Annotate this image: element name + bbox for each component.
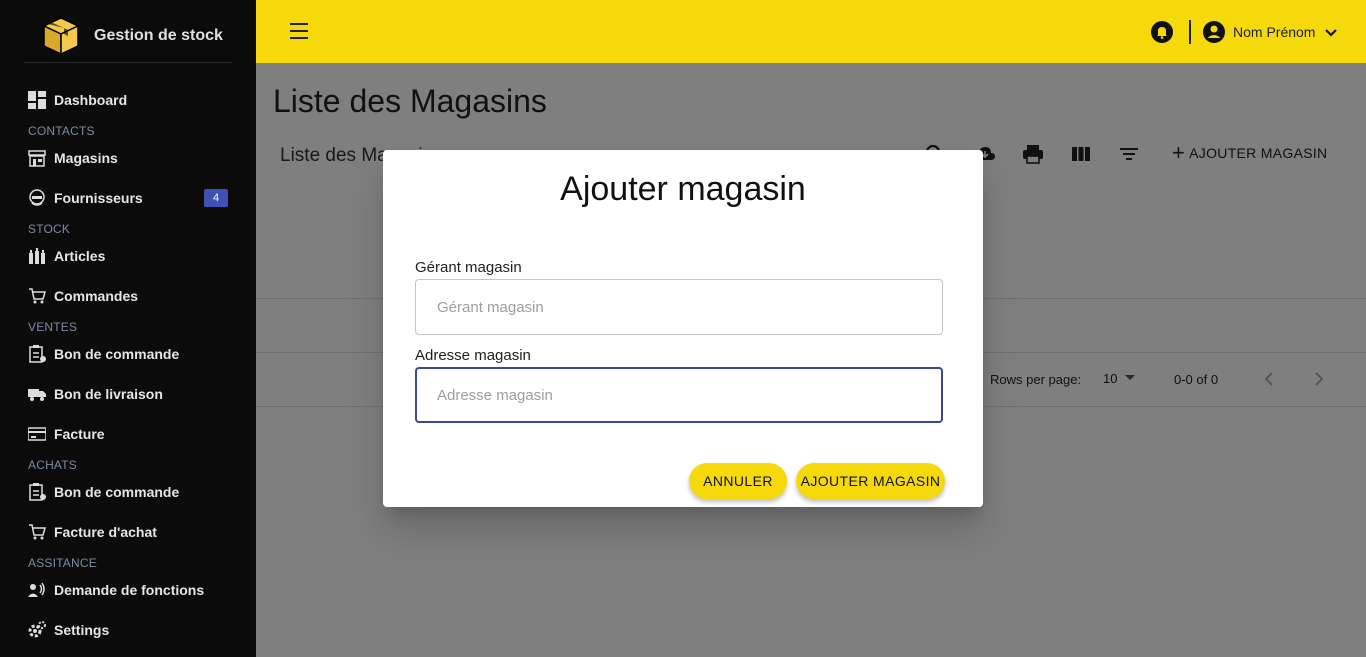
- sidebar-item-settings[interactable]: Settings: [28, 619, 109, 641]
- sidebar-item-label: Dashboard: [54, 92, 128, 108]
- menu-icon[interactable]: [290, 23, 308, 39]
- cart-icon: [28, 287, 46, 305]
- sidebar-item-dashboard[interactable]: Dashboard: [28, 89, 127, 111]
- sidebar-item-label: Magasins: [54, 150, 118, 166]
- submit-add-magasin-button[interactable]: AJOUTER MAGASIN: [796, 463, 945, 499]
- bell-icon[interactable]: [1150, 20, 1174, 44]
- adresse-label: Adresse magasin: [415, 347, 531, 364]
- sidebar-item-fournisseurs[interactable]: Fournisseurs: [28, 187, 143, 209]
- sidebar-item-bon-de-livraison[interactable]: Bon de livraison: [28, 383, 163, 405]
- sidebar-item-label: Bon de commande: [54, 346, 180, 362]
- sidebar-item-label: Articles: [54, 248, 106, 264]
- section-ventes: VENTES: [28, 320, 78, 334]
- invoice-icon: [28, 425, 46, 443]
- section-contacts: CONTACTS: [28, 124, 95, 138]
- account-icon[interactable]: [1202, 20, 1226, 44]
- sidebar-item-label: Fournisseurs: [54, 190, 143, 206]
- sidebar-item-label: Demande de fonctions: [54, 582, 205, 598]
- sidebar-item-facture-achat[interactable]: Facture d'achat: [28, 521, 157, 543]
- section-stock: STOCK: [28, 222, 71, 236]
- sidebar-item-commandes[interactable]: Commandes: [28, 285, 138, 307]
- sidebar-item-label: Facture: [54, 426, 105, 442]
- sidebar-item-demande-de-fonctions[interactable]: Demande de fonctions: [28, 579, 204, 601]
- cart-icon: [28, 523, 46, 541]
- supplier-icon: [28, 189, 46, 207]
- sidebar-item-magasins[interactable]: Magasins: [28, 147, 118, 169]
- chevron-down-icon[interactable]: [1324, 26, 1338, 40]
- top-bar: Nom Prénom: [256, 0, 1366, 63]
- box-logo-icon: [42, 17, 80, 56]
- store-icon: [28, 149, 46, 167]
- section-achats: ACHATS: [28, 458, 77, 472]
- gerant-input[interactable]: [415, 279, 943, 335]
- fournisseurs-count-badge: 4: [204, 189, 228, 207]
- gerant-label: Gérant magasin: [415, 259, 522, 276]
- articles-icon: [28, 247, 46, 265]
- app-title: Gestion de stock: [94, 27, 223, 44]
- section-assistance: ASSITANCE: [28, 556, 97, 570]
- cancel-button[interactable]: ANNULER: [689, 463, 787, 499]
- dialog-title: Ajouter magasin: [560, 170, 806, 208]
- order-form-icon: [28, 483, 46, 501]
- header-divider: [1189, 20, 1191, 44]
- sidebar-item-articles[interactable]: Articles: [28, 245, 105, 267]
- sidebar-item-label: Settings: [54, 622, 110, 638]
- sidebar-item-bon-de-commande-ventes[interactable]: Bon de commande: [28, 343, 179, 365]
- dashboard-icon: [28, 91, 46, 109]
- adresse-input[interactable]: [415, 367, 943, 423]
- order-form-icon: [28, 345, 46, 363]
- sidebar: Gestion de stock Dashboard CONTACTS Maga…: [0, 0, 256, 657]
- sidebar-item-label: Commandes: [54, 288, 139, 304]
- truck-icon: [28, 385, 46, 403]
- sidebar-item-label: Facture d'achat: [54, 524, 157, 540]
- user-name[interactable]: Nom Prénom: [1233, 24, 1315, 40]
- sidebar-item-facture[interactable]: Facture: [28, 423, 105, 445]
- brand[interactable]: Gestion de stock: [24, 0, 232, 63]
- voice-request-icon: [28, 581, 46, 599]
- sidebar-item-label: Bon de livraison: [54, 386, 163, 402]
- add-magasin-dialog: Ajouter magasin Gérant magasin Adresse m…: [383, 150, 983, 507]
- sidebar-item-bon-de-commande-achats[interactable]: Bon de commande: [28, 481, 179, 503]
- sidebar-item-label: Bon de commande: [54, 484, 180, 500]
- gear-icon: [28, 621, 46, 639]
